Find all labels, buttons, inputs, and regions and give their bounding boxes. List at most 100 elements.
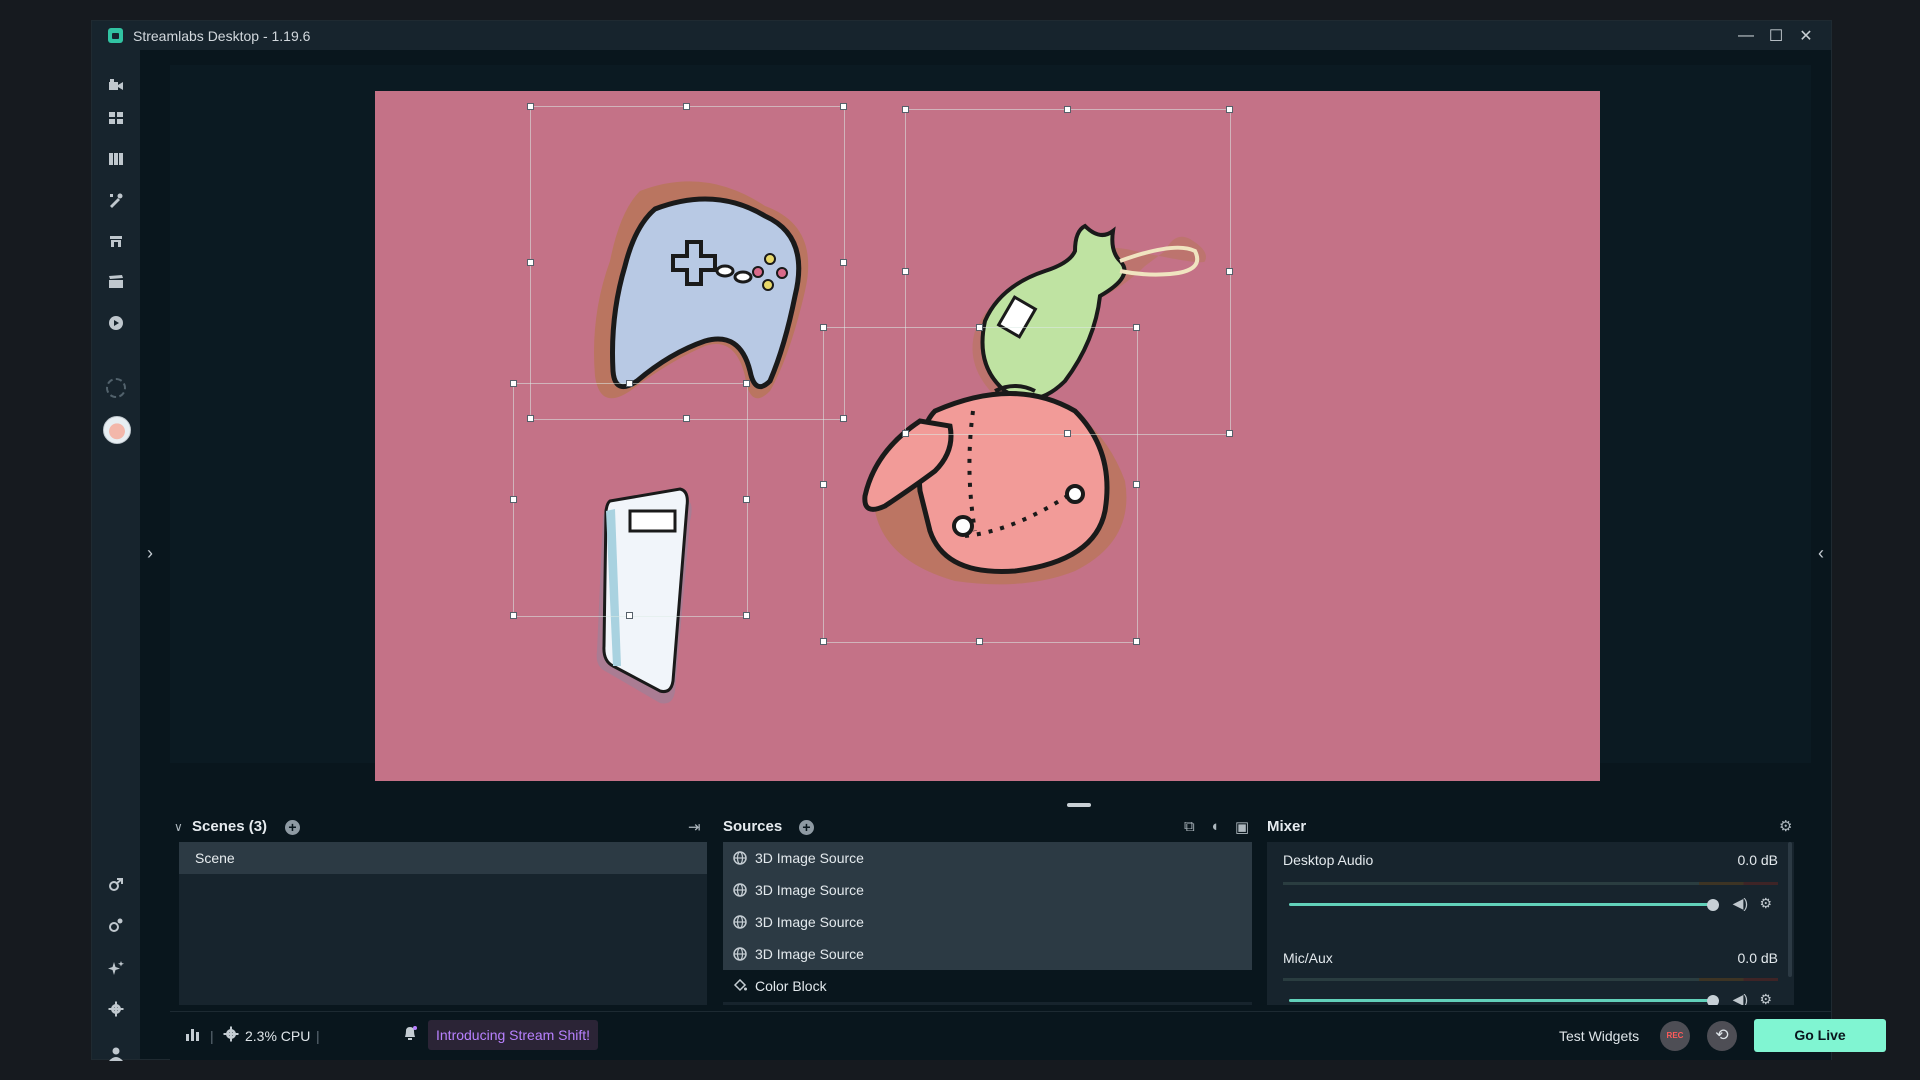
source-label: 3D Image Source bbox=[755, 914, 864, 930]
resize-handle[interactable] bbox=[510, 612, 517, 619]
scene-item[interactable]: Scene bbox=[179, 842, 707, 874]
resize-handle[interactable] bbox=[820, 481, 827, 488]
replay-buffer-button[interactable]: ⟲ bbox=[1707, 1021, 1737, 1051]
chevron-left-icon[interactable]: ‹ bbox=[1818, 543, 1824, 564]
resize-handle[interactable] bbox=[683, 103, 690, 110]
resize-handle[interactable] bbox=[902, 106, 909, 113]
collapse-icon[interactable]: ⇥ bbox=[688, 818, 701, 836]
chevron-right-icon[interactable]: › bbox=[147, 543, 153, 564]
audio-source-icon[interactable]: ◖ bbox=[1210, 818, 1219, 835]
resize-handle[interactable] bbox=[820, 324, 827, 331]
record-button[interactable]: REC bbox=[1660, 1021, 1690, 1051]
selection-box[interactable] bbox=[513, 383, 748, 617]
cpu-usage: 2.3% CPU bbox=[245, 1028, 311, 1044]
sources-list: 3D Image Source 3D Image Source 3D Image… bbox=[723, 842, 1252, 1005]
gear-icon[interactable] bbox=[106, 999, 126, 1019]
source-group-icon[interactable]: ⧉ bbox=[1184, 818, 1195, 835]
resize-handle[interactable] bbox=[840, 259, 847, 266]
volume-slider[interactable] bbox=[1289, 903, 1713, 906]
resize-handle[interactable] bbox=[1226, 430, 1233, 437]
add-scene-button[interactable]: + bbox=[285, 820, 300, 835]
stream-preview-canvas[interactable] bbox=[375, 91, 1600, 781]
chevron-down-icon[interactable]: ∨ bbox=[174, 820, 183, 834]
resize-handle[interactable] bbox=[527, 415, 534, 422]
resize-handle[interactable] bbox=[902, 430, 909, 437]
promo-banner[interactable]: Introducing Stream Shift! bbox=[428, 1020, 599, 1050]
streamlabs-logo-icon bbox=[108, 28, 123, 43]
resize-handle[interactable] bbox=[510, 496, 517, 503]
link-alt-icon[interactable] bbox=[106, 915, 126, 935]
resize-handle[interactable] bbox=[527, 103, 534, 110]
link-icon[interactable] bbox=[106, 874, 126, 894]
resize-handle[interactable] bbox=[1133, 481, 1140, 488]
resize-handle[interactable] bbox=[1226, 268, 1233, 275]
volume-slider[interactable] bbox=[1289, 999, 1713, 1002]
grid-icon[interactable] bbox=[106, 108, 126, 128]
resize-handle[interactable] bbox=[976, 324, 983, 331]
resize-handle[interactable] bbox=[1064, 430, 1071, 437]
resize-handle[interactable] bbox=[743, 380, 750, 387]
source-item[interactable]: 3D Image Source bbox=[723, 842, 1252, 874]
source-label: 3D Image Source bbox=[755, 946, 864, 962]
resize-handle[interactable] bbox=[743, 612, 750, 619]
test-widgets-button[interactable]: Test Widgets bbox=[1559, 1028, 1639, 1044]
add-source-button[interactable]: + bbox=[799, 820, 814, 835]
gear-icon[interactable]: ⚙ bbox=[1759, 991, 1772, 1005]
selection-box[interactable] bbox=[823, 327, 1138, 643]
avatar[interactable] bbox=[103, 416, 131, 444]
app-window: Streamlabs Desktop - 1.19.6 — ☐ ✕ › ‹ ∨ … bbox=[91, 20, 1886, 1061]
resize-handle[interactable] bbox=[626, 612, 633, 619]
selection-box[interactable] bbox=[530, 106, 845, 420]
play-icon[interactable] bbox=[106, 313, 126, 333]
resize-handle[interactable] bbox=[527, 259, 534, 266]
mixer-item: Desktop Audio 0.0 dB ◀) ⚙ bbox=[1267, 842, 1794, 940]
sparkle-icon[interactable] bbox=[106, 958, 126, 978]
volume-knob[interactable] bbox=[1707, 995, 1719, 1005]
resize-handle[interactable] bbox=[510, 380, 517, 387]
camera-icon[interactable] bbox=[106, 75, 126, 95]
studio-editor bbox=[170, 65, 1811, 781]
globe-icon bbox=[733, 947, 747, 961]
notification-bell-icon[interactable] bbox=[402, 1025, 418, 1044]
resize-handle[interactable] bbox=[1133, 324, 1140, 331]
mixer-list: Desktop Audio 0.0 dB ◀) ⚙ Mic/Aux 0.0 dB… bbox=[1267, 842, 1794, 1005]
title-bar: Streamlabs Desktop - 1.19.6 — ☐ ✕ bbox=[92, 21, 1831, 50]
mixer-settings-icon[interactable]: ⚙ bbox=[1779, 817, 1792, 835]
resize-handle[interactable] bbox=[1064, 106, 1071, 113]
library-icon[interactable] bbox=[106, 149, 126, 169]
panel-resize-handle[interactable] bbox=[1067, 803, 1091, 807]
volume-knob[interactable] bbox=[1707, 899, 1719, 911]
resize-handle[interactable] bbox=[683, 415, 690, 422]
resize-handle[interactable] bbox=[743, 496, 750, 503]
status-footer: | 2.3% CPU | Introducing Stream Shift! T… bbox=[170, 1011, 1886, 1060]
scrollbar[interactable] bbox=[1788, 842, 1792, 977]
store-icon[interactable] bbox=[106, 231, 126, 251]
resize-handle[interactable] bbox=[820, 638, 827, 645]
close-button[interactable]: ✕ bbox=[1791, 26, 1821, 46]
source-item[interactable]: 3D Image Source bbox=[723, 938, 1252, 970]
themes-icon[interactable] bbox=[106, 190, 126, 210]
source-label: Color Block bbox=[755, 978, 827, 994]
gear-icon[interactable]: ⚙ bbox=[1759, 895, 1772, 912]
resize-handle[interactable] bbox=[840, 415, 847, 422]
maximize-button[interactable]: ☐ bbox=[1761, 26, 1791, 46]
highlighter-icon[interactable] bbox=[106, 272, 126, 292]
speaker-icon[interactable]: ◀) bbox=[1733, 895, 1748, 912]
source-item[interactable]: 3D Image Source bbox=[723, 906, 1252, 938]
resize-handle[interactable] bbox=[1133, 638, 1140, 645]
resize-handle[interactable] bbox=[902, 268, 909, 275]
source-item[interactable]: 3D Image Source bbox=[723, 874, 1252, 906]
loading-icon bbox=[106, 378, 126, 398]
resize-handle[interactable] bbox=[840, 103, 847, 110]
performance-icon[interactable] bbox=[185, 1026, 201, 1045]
divider: | bbox=[210, 1028, 214, 1044]
minimize-button[interactable]: — bbox=[1731, 27, 1761, 45]
speaker-icon[interactable]: ◀) bbox=[1733, 991, 1748, 1005]
folder-icon[interactable]: ▣ bbox=[1235, 818, 1249, 836]
go-live-button[interactable]: Go Live bbox=[1754, 1019, 1886, 1052]
resize-handle[interactable] bbox=[626, 380, 633, 387]
user-icon[interactable] bbox=[106, 1044, 126, 1064]
source-item[interactable]: Color Block bbox=[723, 970, 1252, 1002]
resize-handle[interactable] bbox=[1226, 106, 1233, 113]
resize-handle[interactable] bbox=[976, 638, 983, 645]
